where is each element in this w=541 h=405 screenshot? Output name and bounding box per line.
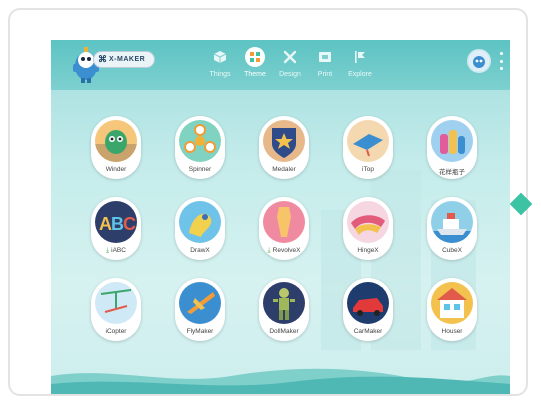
revolvex-art-icon <box>263 201 305 243</box>
design-tools-icon <box>280 47 300 67</box>
carmaker-art-icon <box>347 282 389 324</box>
medaler-art-icon <box>263 120 305 162</box>
app-tile-medaler[interactable]: Medaler <box>259 116 309 179</box>
tab-label: Things <box>209 71 231 78</box>
tab-label: Design <box>279 71 301 78</box>
more-menu-icon[interactable] <box>500 52 504 70</box>
app-label-text: iABC <box>111 247 126 254</box>
brand-name: X-MAKER <box>109 56 146 63</box>
app-tile-dollmaker[interactable]: DollMaker <box>259 278 309 341</box>
app-tile-icopter[interactable]: iCopter <box>91 278 141 341</box>
theme-grid-icon <box>245 47 265 67</box>
app-label: HingeX <box>357 247 379 254</box>
tab-things[interactable]: Things <box>202 47 238 78</box>
app-tile-iabc[interactable]: ABC ⤓ iABC <box>91 197 141 260</box>
app-tile-hingex[interactable]: HingeX <box>343 197 393 260</box>
explore-flag-icon <box>350 47 370 67</box>
app-tile-houser[interactable]: Houser <box>427 278 477 341</box>
app-label: Spinner <box>188 166 212 173</box>
iabc-art-icon: ABC <box>95 201 137 243</box>
download-icon: ⤓ <box>106 247 110 254</box>
tab-label: Print <box>317 71 333 78</box>
print-icon <box>315 47 335 67</box>
dollmaker-art-icon <box>263 282 305 324</box>
houser-art-icon <box>431 282 473 324</box>
app-label: DollMaker <box>269 328 299 335</box>
icopter-art-icon <box>95 282 137 324</box>
hingex-art-icon <box>347 201 389 243</box>
tab-label: Theme <box>244 71 266 78</box>
avatar-robot-icon <box>469 51 489 71</box>
download-icon: ⤓ <box>267 247 271 254</box>
app-tile-cubex[interactable]: CubeX <box>427 197 477 260</box>
cubex-art-icon <box>431 201 473 243</box>
tab-theme[interactable]: Theme <box>237 47 273 78</box>
tab-design[interactable]: Design <box>272 47 308 78</box>
footer-wave <box>51 368 510 394</box>
bottle-art-icon <box>431 120 473 162</box>
spinner-art-icon <box>179 120 221 162</box>
winder-art-icon <box>95 120 137 162</box>
itop-art-icon <box>347 120 389 162</box>
app-label: CarMaker <box>353 328 383 335</box>
app-tile-flower-bottle[interactable]: 花样瓶子 <box>427 116 477 179</box>
app-label: ⤓ RevolveX <box>259 247 309 255</box>
app-tile-revolvex[interactable]: ⤓ RevolveX <box>259 197 309 260</box>
app-label: iCopter <box>105 328 127 335</box>
cube-icon <box>210 47 230 67</box>
app-tile-spinner[interactable]: Spinner <box>175 116 225 179</box>
user-avatar[interactable] <box>467 49 491 73</box>
app-label: FlyMaker <box>186 328 214 335</box>
tab-explore[interactable]: Explore <box>342 47 378 78</box>
app-label: iTop <box>362 166 374 173</box>
drawx-art-icon <box>179 201 221 243</box>
app-label: DrawX <box>190 247 210 254</box>
app-tile-carmaker[interactable]: CarMaker <box>343 278 393 341</box>
app-label: ⤓ iABC <box>91 247 141 255</box>
app-label: 花样瓶子 <box>439 169 465 176</box>
tab-label: Explore <box>348 71 372 78</box>
app-screen: ⌘ X-MAKER Things Theme Design Print Expl… <box>51 40 510 394</box>
tab-print[interactable]: Print <box>307 47 343 78</box>
app-label: Winder <box>105 166 127 173</box>
app-label: Houser <box>441 328 463 335</box>
app-tile-drawx[interactable]: DrawX <box>175 197 225 260</box>
app-label-text: RevolveX <box>272 247 301 254</box>
app-tile-itop[interactable]: iTop <box>343 116 393 179</box>
app-tile-winder[interactable]: Winder <box>91 116 141 179</box>
flymaker-art-icon <box>179 282 221 324</box>
tablet-frame: ⌘ X-MAKER Things Theme Design Print Expl… <box>8 8 528 396</box>
brand-mark-icon: ⌘ <box>98 54 107 64</box>
app-tile-flymaker[interactable]: FlyMaker <box>175 278 225 341</box>
brand-logo: ⌘ X-MAKER <box>93 51 155 68</box>
app-label: Medaler <box>272 166 296 173</box>
svg-text:C: C <box>123 214 136 234</box>
app-label: CubeX <box>442 247 462 254</box>
